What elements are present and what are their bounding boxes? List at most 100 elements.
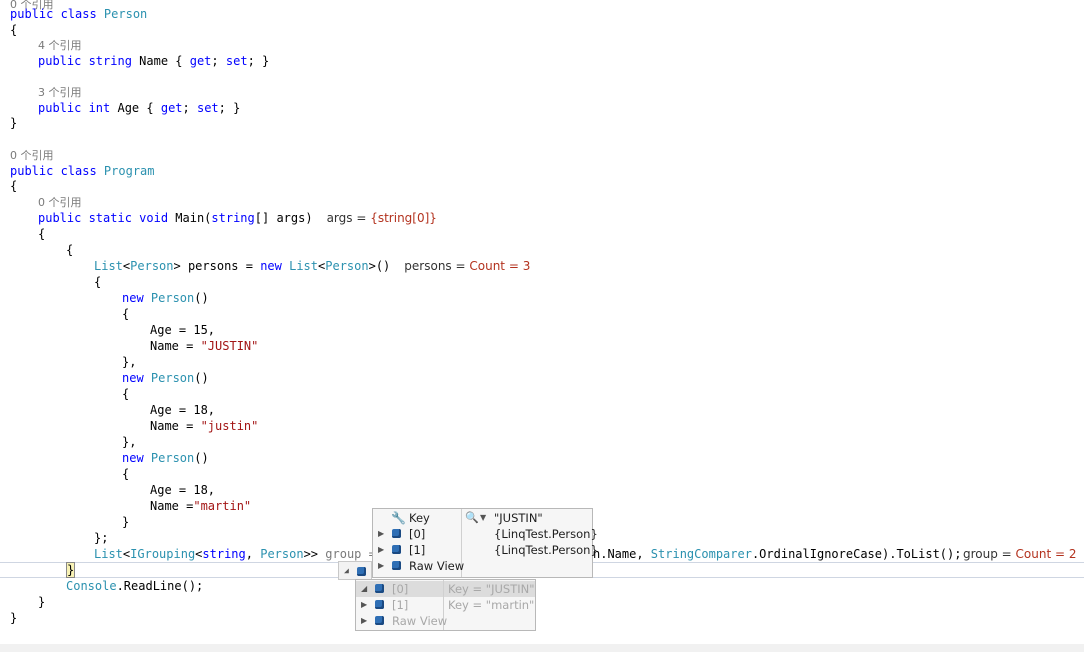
codelens-text[interactable]: 0 个引用	[38, 196, 82, 209]
code-token: {	[38, 227, 46, 241]
code-line[interactable]: new Person()	[122, 290, 209, 306]
code-line[interactable]: };	[94, 530, 108, 546]
datatip-group-inline[interactable]: group = Count = 2	[963, 546, 1077, 562]
code-line[interactable]: }	[10, 115, 17, 131]
expand-arrow-icon[interactable]: ▶	[361, 613, 367, 629]
code-line[interactable]: {	[122, 306, 129, 322]
code-line[interactable]: new Person()	[122, 450, 209, 466]
expand-arrow-icon[interactable]: ▶	[378, 542, 384, 558]
code-line[interactable]: Name ="martin"	[150, 498, 251, 514]
code-line[interactable]: {	[10, 178, 17, 194]
dropdown-arrow-icon[interactable]: ▼	[480, 510, 486, 526]
code-line[interactable]: List<Person> persons = new List<Person>(…	[94, 258, 530, 274]
expand-arrow-icon[interactable]: ▶	[378, 526, 384, 542]
datatip-header-row[interactable]: 🔧 Key 🔍 ▼ "JUSTIN"	[373, 510, 592, 526]
row-value: {LinqTest.Person}	[494, 543, 598, 557]
code-line[interactable]: },	[122, 434, 136, 450]
code-token: }	[10, 611, 18, 625]
code-line[interactable]: public class Program	[10, 163, 155, 179]
codelens-references[interactable]: 4 个引用	[38, 37, 82, 53]
code-line[interactable]: public static void Main(string[] args) ar…	[38, 210, 437, 226]
object-icon	[375, 600, 384, 609]
object-icon	[392, 561, 401, 570]
code-token: ()	[194, 451, 209, 465]
code-token: ; }	[247, 54, 270, 68]
code-token: };	[94, 531, 109, 545]
code-token: new	[122, 451, 151, 465]
code-token: Person	[150, 291, 195, 305]
codelens-references[interactable]: 0 个引用	[38, 194, 82, 210]
datatip-group-expanded[interactable]: 🔧 Key 🔍 ▼ "JUSTIN" ▶ [0] {LinqTest.Perso…	[372, 508, 598, 578]
magnifier-icon[interactable]: 🔍	[465, 510, 479, 526]
code-token: public static void	[38, 211, 176, 225]
collapse-arrow-icon[interactable]: ◢	[344, 566, 349, 575]
code-token: new	[122, 291, 151, 305]
datatip-row[interactable]: ▶ Raw View	[373, 558, 592, 574]
code-line[interactable]: },	[122, 354, 136, 370]
collapse-arrow-icon[interactable]: ◢	[361, 581, 367, 597]
code-token: public class	[10, 7, 104, 21]
datatip-value: {string[0]}	[370, 211, 437, 225]
code-line[interactable]: Console.ReadLine();	[66, 578, 203, 594]
code-token: {	[122, 307, 130, 321]
code-line[interactable]: public class Person	[10, 6, 147, 22]
code-line[interactable]: {	[94, 274, 101, 290]
row-label: [0]	[409, 527, 426, 541]
code-line[interactable]: {	[122, 386, 129, 402]
code-token: {	[122, 467, 130, 481]
expand-arrow-icon[interactable]: ▶	[361, 597, 367, 613]
expand-arrow-icon[interactable]: ▶	[378, 558, 384, 574]
brace-match-caret[interactable]: }	[66, 562, 76, 578]
datatip-inline[interactable]: args = {string[0]}	[327, 211, 437, 225]
codelens-references[interactable]: 3 个引用	[38, 84, 82, 100]
code-token: string	[211, 211, 255, 225]
datatip-name: args	[326, 211, 353, 225]
datatip-row[interactable]: ◢ [0] Key = "JUSTIN"	[356, 581, 535, 597]
datatip-row[interactable]: ▶ [1] Key = "martin"	[356, 597, 535, 613]
code-token: List	[94, 547, 123, 561]
code-line[interactable]: {	[122, 466, 129, 482]
horizontal-scrollbar[interactable]	[0, 644, 1084, 652]
code-line[interactable]: public int Age { get; set; }	[38, 100, 240, 116]
code-line[interactable]: public string Name { get; set; }	[38, 53, 269, 69]
datatip-inline[interactable]: persons = Count = 3	[404, 259, 530, 273]
code-line[interactable]: Age = 18,	[150, 482, 215, 498]
datatip-row[interactable]: ▶ Raw View	[356, 613, 535, 629]
datatip-group-name: group	[963, 547, 998, 561]
datatip-row[interactable]: ▶ [1] {LinqTest.Person}	[373, 542, 598, 558]
code-line[interactable]: {	[38, 226, 45, 242]
codelens-text[interactable]: 3 个引用	[38, 86, 82, 99]
current-line: }	[66, 562, 76, 578]
datatip-pin[interactable]: ◢	[338, 561, 372, 580]
code-line[interactable]: }	[10, 610, 17, 626]
code-line[interactable]: new Person()	[122, 370, 209, 386]
codelens-text[interactable]: 4 个引用	[38, 39, 82, 52]
code-line[interactable]: {	[66, 242, 73, 258]
datatip-group-list[interactable]: ◢ [0] Key = "JUSTIN" ▶ [1] Key = "martin…	[355, 579, 536, 631]
code-token: group =	[325, 547, 376, 561]
code-token: ()	[194, 291, 209, 305]
codelens-text[interactable]: 0 个引用	[10, 149, 54, 162]
code-token: {	[66, 243, 74, 257]
code-token: n.Name,	[593, 547, 651, 561]
code-line[interactable]: Age = 18,	[150, 402, 215, 418]
code-token: set	[225, 54, 248, 68]
code-token: Name =	[150, 419, 201, 433]
datatip-row[interactable]: ▶ [0] {LinqTest.Person}	[373, 526, 598, 542]
code-line[interactable]: Age = 15,	[150, 322, 215, 338]
code-line[interactable]: {	[10, 22, 17, 38]
codelens-references[interactable]: 0 个引用	[10, 147, 54, 163]
code-line[interactable]: }	[122, 514, 129, 530]
datatip-value: Count = 3	[469, 259, 531, 273]
row-label: Raw View	[392, 614, 448, 628]
datatip-group-value: Count = 2	[1015, 547, 1077, 561]
code-token: {	[10, 179, 18, 193]
code-token: public int	[38, 101, 118, 115]
key-value: "JUSTIN"	[494, 511, 543, 525]
code-line[interactable]: Name = "justin"	[150, 418, 258, 434]
code-line[interactable]: }	[38, 594, 45, 610]
code-line[interactable]: Name = "JUSTIN"	[150, 338, 258, 354]
code-line[interactable]: List<IGrouping<string, Person>> group =	[94, 546, 376, 562]
row-value: Key = "JUSTIN"	[448, 582, 535, 596]
code-token: ()	[194, 371, 209, 385]
